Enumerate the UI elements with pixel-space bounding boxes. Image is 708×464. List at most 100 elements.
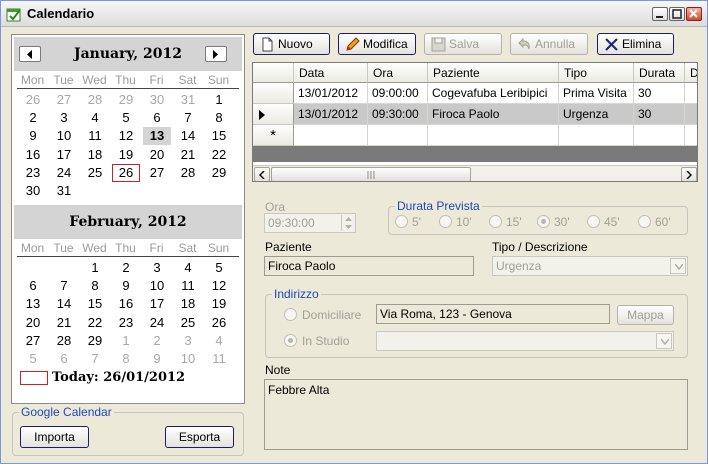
scroll-left-button[interactable]	[254, 167, 270, 181]
calendar-day[interactable]: 8	[81, 277, 109, 295]
ora-time-picker[interactable]: 09:30:00	[264, 213, 356, 233]
calendar-day[interactable]: 15	[81, 295, 109, 313]
calendar-day[interactable]: 30	[19, 182, 47, 200]
calendar-day[interactable]: 4	[205, 332, 233, 350]
calendar-day[interactable]: 8	[205, 109, 233, 127]
calendar-day[interactable]: 20	[143, 146, 171, 164]
cell-tipo[interactable]: Urgenza	[559, 104, 634, 125]
calendar-day[interactable]: 29	[205, 164, 233, 182]
cell-data[interactable]: 13/01/2012	[294, 104, 368, 125]
calendar-day[interactable]: 10	[143, 277, 171, 295]
cell-empty[interactable]	[559, 125, 634, 146]
calendar-day[interactable]: 24	[50, 164, 78, 182]
calendar-day[interactable]: 2	[143, 332, 171, 350]
calendar-day[interactable]: 31	[50, 182, 78, 200]
calendar-day[interactable]: 9	[143, 350, 171, 368]
durata-5-radio[interactable]	[395, 215, 408, 228]
calendar-day[interactable]: 18	[174, 295, 202, 313]
cell-durata[interactable]: 30	[634, 83, 685, 104]
cell-ora[interactable]: 09:30:00	[368, 104, 428, 125]
edit-button[interactable]: Modifica	[338, 33, 416, 55]
calendar-day[interactable]: 17	[50, 146, 78, 164]
calendar-day[interactable]: 7	[50, 277, 78, 295]
save-button[interactable]: Salva	[424, 33, 502, 55]
studio-select[interactable]	[376, 331, 674, 351]
calendar-day[interactable]: 11	[174, 277, 202, 295]
scroll-thumb[interactable]	[271, 167, 471, 181]
next-month-button[interactable]	[205, 46, 227, 62]
calendar-day[interactable]: 1	[81, 259, 109, 277]
calendar-day[interactable]: 17	[143, 295, 171, 313]
calendar-day[interactable]: 18	[81, 146, 109, 164]
calendar-day[interactable]: 6	[19, 277, 47, 295]
calendar-day[interactable]: 10	[174, 350, 202, 368]
calendar-day[interactable]: 3	[143, 259, 171, 277]
studio-radio[interactable]	[284, 334, 297, 347]
note-textarea[interactable]: Febbre Alta	[264, 379, 688, 450]
cell-empty[interactable]	[368, 125, 428, 146]
row-header[interactable]	[253, 83, 294, 104]
calendar-day[interactable]: 22	[205, 146, 233, 164]
calendar-day[interactable]: 30	[143, 91, 171, 109]
calendar-day[interactable]: 2	[19, 109, 47, 127]
calendar-day[interactable]: 31	[174, 91, 202, 109]
appointments-grid[interactable]: Data Ora Paziente Tipo Durata D 13/01/20…	[252, 62, 698, 182]
col-header-data[interactable]: Data	[294, 63, 368, 83]
col-header-paziente[interactable]: Paziente	[428, 63, 559, 83]
calendar-day[interactable]: 1	[112, 332, 140, 350]
calendar-day[interactable]: 5	[205, 259, 233, 277]
calendar-day[interactable]: 27	[143, 164, 171, 182]
calendar-day[interactable]: 16	[19, 146, 47, 164]
cell-ora[interactable]: 09:00:00	[368, 83, 428, 104]
calendar-day[interactable]: 14	[174, 127, 202, 145]
ora-spinner[interactable]	[341, 215, 354, 231]
calendar-day[interactable]: 3	[50, 109, 78, 127]
calendar-day[interactable]: 4	[174, 259, 202, 277]
cell-d[interactable]	[685, 104, 697, 125]
calendar-day[interactable]: 5	[112, 109, 140, 127]
tipo-dropdown-button[interactable]	[670, 258, 686, 274]
new-row-marker[interactable]: *	[253, 125, 294, 146]
calendar-day[interactable]: 28	[174, 164, 202, 182]
calendar-day[interactable]: 15	[205, 127, 233, 145]
calendar-day[interactable]: 27	[50, 91, 78, 109]
calendar-day[interactable]: 11	[205, 350, 233, 368]
calendar-day[interactable]: 8	[112, 350, 140, 368]
calendar-day[interactable]: 6	[50, 350, 78, 368]
calendar-day[interactable]: 29	[112, 91, 140, 109]
calendar-day[interactable]: 23	[112, 314, 140, 332]
calendar-day[interactable]: 4	[81, 109, 109, 127]
calendar-day[interactable]: 26	[19, 91, 47, 109]
paziente-field[interactable]: Firoca Paolo	[264, 256, 474, 276]
studio-dropdown-button[interactable]	[656, 333, 672, 349]
durata-45-radio[interactable]	[587, 215, 600, 228]
calendar-day[interactable]: 29	[81, 332, 109, 350]
calendar-day[interactable]: 9	[19, 127, 47, 145]
cell-d[interactable]	[685, 83, 697, 104]
domiciliare-address-field[interactable]: Via Roma, 123 - Genova	[376, 304, 610, 324]
calendar-day[interactable]: 24	[143, 314, 171, 332]
calendar-day[interactable]: 16	[112, 295, 140, 313]
tipo-select[interactable]: Urgenza	[492, 256, 688, 276]
durata-30-radio[interactable]	[537, 215, 550, 228]
calendar-day[interactable]: 7	[174, 109, 202, 127]
calendar-day-bold[interactable]: 13	[143, 127, 171, 146]
cancel-button[interactable]: Annulla	[510, 33, 588, 55]
calendar-day[interactable]: 2	[112, 259, 140, 277]
today-link[interactable]: Today: 26/01/2012	[52, 370, 185, 385]
calendar-day[interactable]: 12	[205, 277, 233, 295]
calendar-day[interactable]: 5	[19, 350, 47, 368]
delete-button[interactable]: Elimina	[597, 33, 674, 55]
calendar-day[interactable]: 9	[112, 277, 140, 295]
import-button[interactable]: Importa	[20, 426, 89, 448]
cell-empty[interactable]	[685, 125, 697, 146]
calendar-day[interactable]: 27	[19, 332, 47, 350]
close-button[interactable]	[686, 7, 702, 21]
month-calendar[interactable]: January, 2012 Mon Tue Wed Thu Fri Sat Sun 26 27…	[11, 34, 245, 404]
calendar-day[interactable]: 25	[81, 164, 109, 182]
col-header-d[interactable]: D	[685, 63, 697, 83]
cell-tipo[interactable]: Prima Visita	[559, 83, 634, 104]
cell-empty[interactable]	[428, 125, 559, 146]
minimize-button[interactable]	[652, 7, 668, 21]
col-header-tipo[interactable]: Tipo	[559, 63, 634, 83]
